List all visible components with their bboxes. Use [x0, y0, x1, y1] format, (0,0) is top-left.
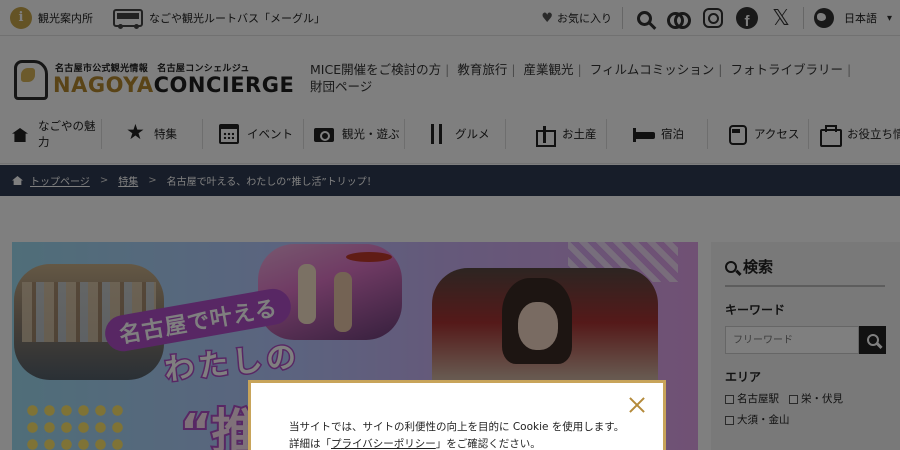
close-icon[interactable] — [627, 395, 647, 415]
cookie-message: 当サイトでは、サイトの利便性の向上を目的に Cookie を使用します。 詳細は… — [289, 421, 625, 450]
cookie-consent-modal: 当サイトでは、サイトの利便性の向上を目的に Cookie を使用します。 詳細は… — [248, 380, 666, 450]
privacy-policy-link[interactable]: プライバシーポリシー — [331, 438, 436, 450]
